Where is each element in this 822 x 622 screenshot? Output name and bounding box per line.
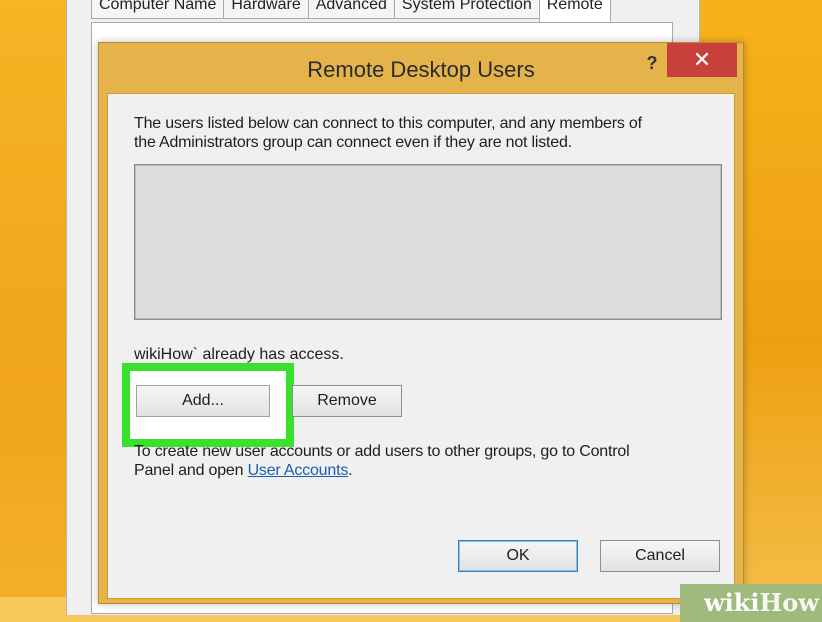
tab-hardware[interactable]: Hardware xyxy=(223,0,309,19)
wikihow-watermark: wikiHow xyxy=(680,584,822,622)
description-line-2: the Administrators group can connect eve… xyxy=(134,134,572,151)
tab-computer-name[interactable]: Computer Name xyxy=(91,0,225,19)
remote-desktop-users-dialog: Remote Desktop Users ? ✕ The users liste… xyxy=(98,42,744,604)
info-line-2: Panel and open User Accounts. xyxy=(134,461,724,480)
access-status-text: wikiHow` already has access. xyxy=(134,346,344,363)
info-line-1: To create new user accounts or add users… xyxy=(134,443,630,460)
watermark-how: How xyxy=(759,588,819,617)
description-line-1: The users listed below can connect to th… xyxy=(134,115,642,132)
tab-system-protection[interactable]: System Protection xyxy=(393,0,540,19)
dialog-body: The users listed below can connect to th… xyxy=(107,93,735,599)
info-line-2-prefix: Panel and open xyxy=(134,462,248,479)
info-suffix: . xyxy=(348,462,353,479)
tab-remote[interactable]: Remote xyxy=(538,0,611,22)
info-text: To create new user accounts or add users… xyxy=(134,442,724,480)
ok-button[interactable]: OK xyxy=(458,540,578,572)
watermark-wiki: wiki xyxy=(704,588,760,617)
remove-button[interactable]: Remove xyxy=(292,385,402,417)
description-text: The users listed below can connect to th… xyxy=(134,114,724,152)
help-button[interactable]: ? xyxy=(639,51,665,77)
tab-advanced[interactable]: Advanced xyxy=(307,0,395,19)
add-button[interactable]: Add... xyxy=(136,385,270,417)
close-button[interactable]: ✕ xyxy=(667,43,737,77)
user-accounts-link[interactable]: User Accounts xyxy=(248,462,349,479)
users-list[interactable] xyxy=(134,164,722,320)
cancel-button[interactable]: Cancel xyxy=(600,540,720,572)
